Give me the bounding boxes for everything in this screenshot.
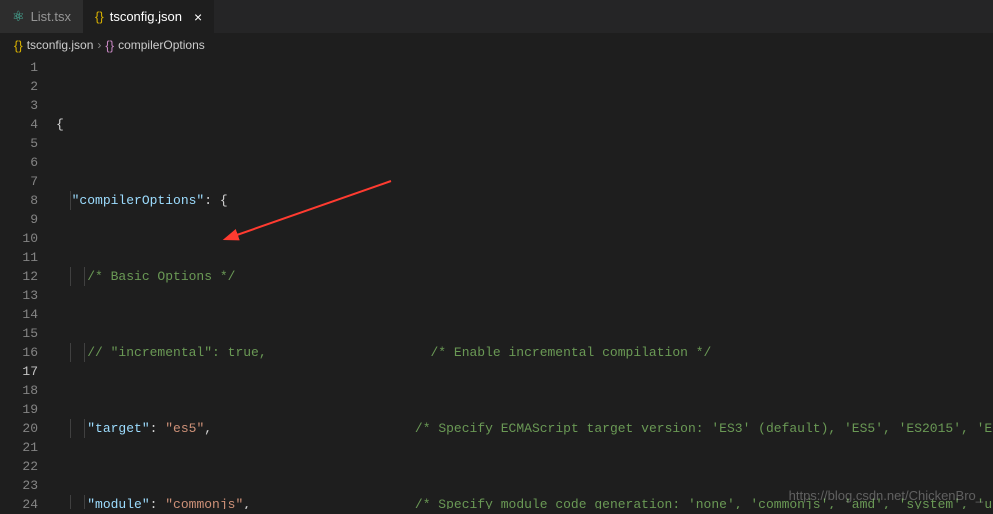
code-line[interactable]: // "incremental": true, /* Enable increm… — [56, 343, 993, 362]
line-number: 4 — [0, 115, 38, 134]
line-number: 1 — [0, 58, 38, 77]
line-number-gutter: 1 2 3 4 5 6 7 8 9 10 11 12 13 14 15 16 1… — [0, 56, 56, 509]
braces-icon: {} — [95, 9, 104, 24]
tab-label: tsconfig.json — [110, 9, 182, 24]
code-area[interactable]: { "compilerOptions": { /* Basic Options … — [56, 56, 993, 509]
line-number: 20 — [0, 419, 38, 438]
react-icon: ⚛ — [12, 8, 25, 25]
line-number: 6 — [0, 153, 38, 172]
line-number: 12 — [0, 267, 38, 286]
code-line[interactable]: "compilerOptions": { — [56, 191, 993, 210]
line-number: 14 — [0, 305, 38, 324]
code-line[interactable]: /* Basic Options */ — [56, 267, 993, 286]
braces-icon: {} — [14, 38, 23, 53]
tab-bar: ⚛ List.tsx {} tsconfig.json × — [0, 0, 993, 34]
line-number: 22 — [0, 457, 38, 476]
line-number: 21 — [0, 438, 38, 457]
line-number: 24 — [0, 495, 38, 514]
line-number: 18 — [0, 381, 38, 400]
editor[interactable]: 1 2 3 4 5 6 7 8 9 10 11 12 13 14 15 16 1… — [0, 56, 993, 509]
code-line[interactable]: { — [56, 115, 993, 134]
line-number: 7 — [0, 172, 38, 191]
line-number: 9 — [0, 210, 38, 229]
line-number: 23 — [0, 476, 38, 495]
line-number: 15 — [0, 324, 38, 343]
breadcrumb-file[interactable]: tsconfig.json — [27, 38, 94, 52]
line-number: 8 — [0, 191, 38, 210]
line-number: 13 — [0, 286, 38, 305]
line-number: 16 — [0, 343, 38, 362]
breadcrumb: {} tsconfig.json › {} compilerOptions — [0, 34, 993, 56]
line-number: 2 — [0, 77, 38, 96]
line-number: 3 — [0, 96, 38, 115]
braces-icon: {} — [105, 38, 114, 53]
tab-list-tsx[interactable]: ⚛ List.tsx — [0, 0, 83, 33]
line-number: 11 — [0, 248, 38, 267]
tab-tsconfig[interactable]: {} tsconfig.json × — [83, 0, 214, 33]
close-icon[interactable]: × — [194, 9, 202, 25]
tab-label: List.tsx — [31, 9, 71, 24]
breadcrumb-symbol[interactable]: compilerOptions — [118, 38, 205, 52]
code-line[interactable]: "target": "es5", /* Specify ECMAScript t… — [56, 419, 993, 438]
line-number: 10 — [0, 229, 38, 248]
chevron-right-icon: › — [97, 38, 101, 52]
line-number: 17 — [0, 362, 38, 381]
line-number: 19 — [0, 400, 38, 419]
annotation-arrow-icon — [216, 171, 406, 251]
line-number: 5 — [0, 134, 38, 153]
code-line[interactable]: "module": "commonjs", /* Specify module … — [56, 495, 993, 509]
